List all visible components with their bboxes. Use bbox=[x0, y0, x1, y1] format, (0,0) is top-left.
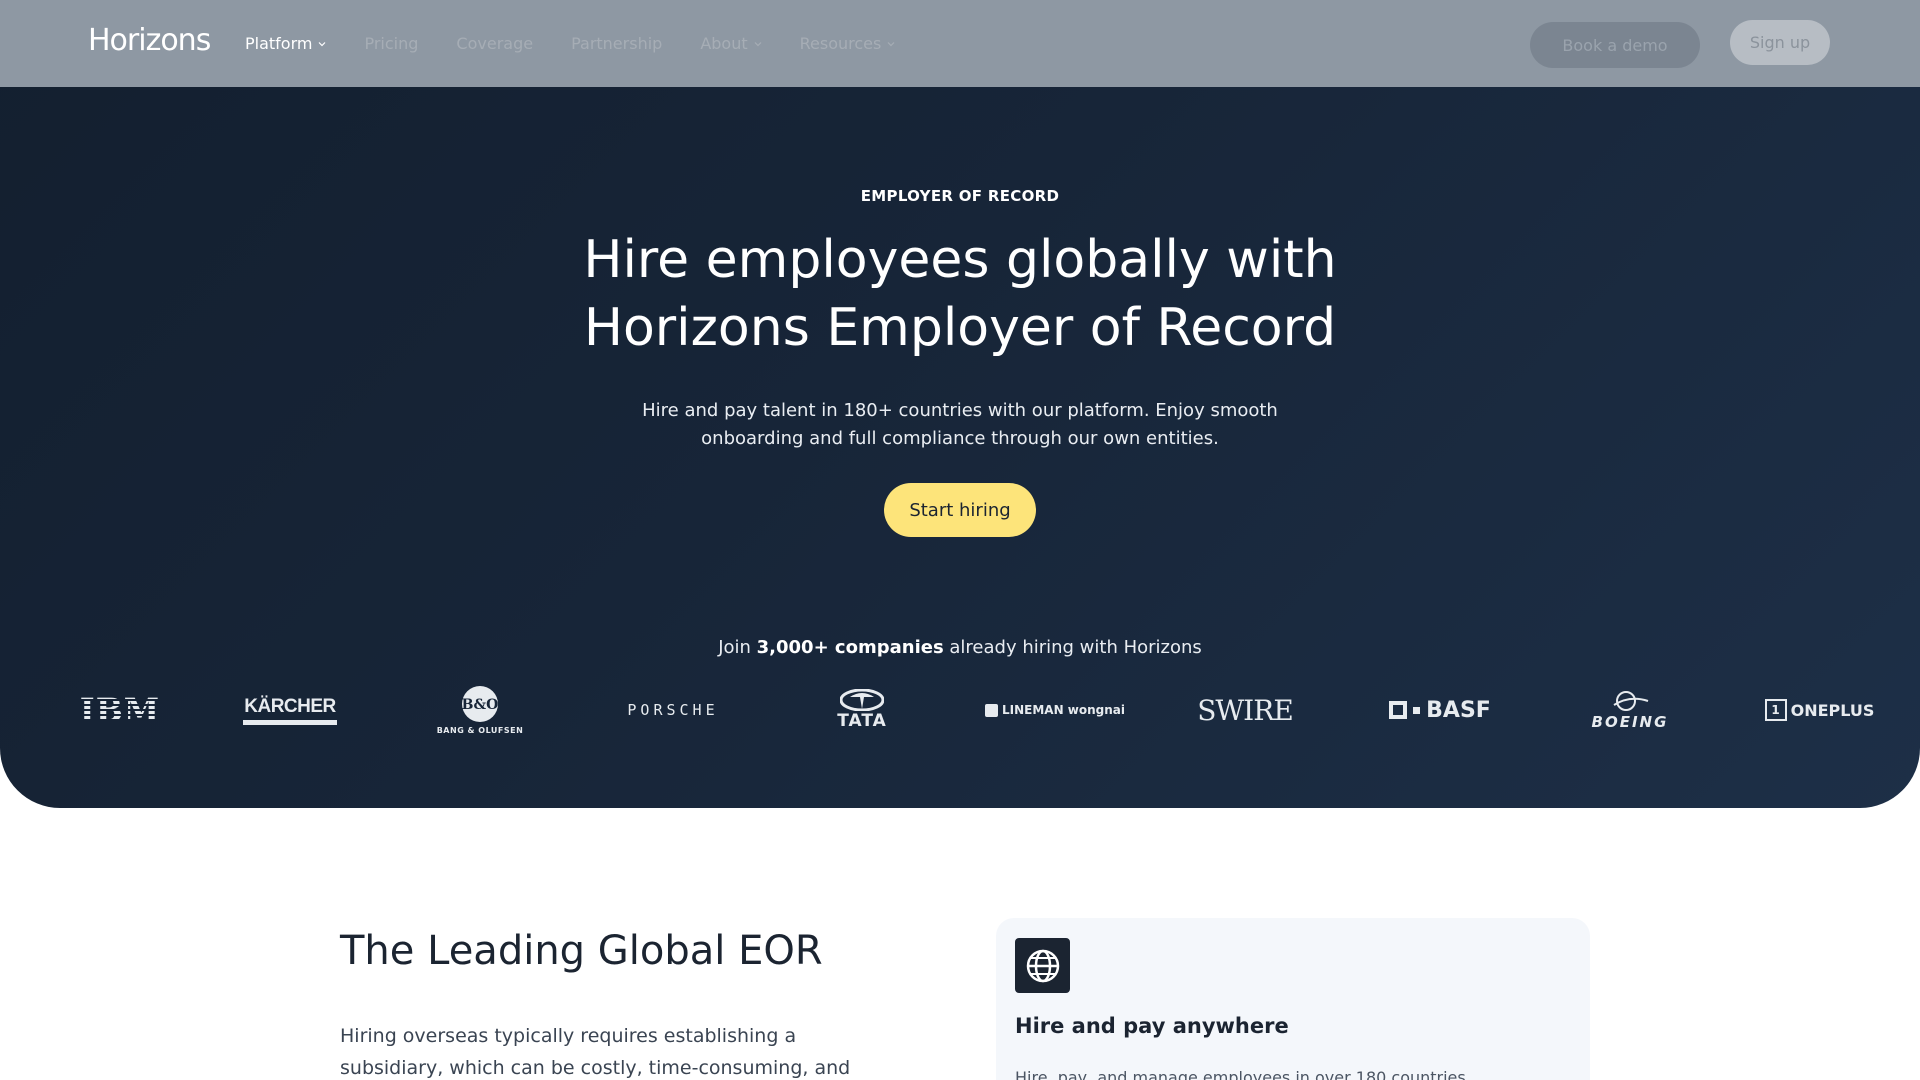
globe-icon bbox=[1015, 938, 1070, 993]
nav-platform[interactable]: Platform bbox=[245, 34, 326, 53]
nav-about[interactable]: About bbox=[700, 34, 762, 53]
svg-text:B&O: B&O bbox=[462, 697, 499, 713]
book-demo-button[interactable]: Book a demo bbox=[1530, 22, 1700, 68]
horizons-logo[interactable]: Horizons bbox=[88, 23, 211, 58]
chevron-down-icon bbox=[887, 41, 895, 46]
ibm-logo: IBM bbox=[79, 691, 161, 729]
hero-subtitle: Hire and pay talent in 180+ countries wi… bbox=[642, 400, 1278, 449]
sign-up-button[interactable]: Sign up bbox=[1730, 20, 1830, 65]
oneplus-logo: 1 ONEPLUS bbox=[1762, 680, 1877, 740]
nav-about-label: About bbox=[700, 34, 748, 53]
nav-partnership-label: Partnership bbox=[571, 34, 663, 53]
karcher-logo: KÄRCHER bbox=[240, 680, 340, 740]
swire-logo: SWIRE bbox=[1197, 693, 1294, 727]
nav-resources-label: Resources bbox=[799, 34, 882, 53]
section-body: Hiring overseas typically requires estab… bbox=[340, 1025, 851, 1079]
nav-coverage-label: Coverage bbox=[456, 34, 534, 53]
customer-logos: IBM KÄRCHER B&O BANG & OLUFSEN PORSCHE T… bbox=[0, 680, 1920, 740]
nav-pricing[interactable]: Pricing bbox=[364, 34, 418, 53]
porsche-logo: PORSCHE bbox=[627, 701, 719, 719]
join-prefix: Join bbox=[718, 637, 757, 658]
feature-title: Hire and pay anywhere bbox=[1015, 1014, 1289, 1038]
nav-pricing-label: Pricing bbox=[364, 34, 419, 53]
top-navbar: Horizons Platform Pricing Coverage Partn… bbox=[0, 0, 1920, 87]
hero-eyebrow: EMPLOYER OF RECORD bbox=[860, 187, 1060, 205]
join-companies-text: Join 3,000+ companies already hiring wit… bbox=[0, 637, 1920, 658]
lineman-wongnai-logo: LINEMAN wongnai bbox=[980, 680, 1130, 740]
main-nav: Platform Pricing Coverage Partnership Ab… bbox=[245, 0, 933, 87]
boeing-logo: BOEING bbox=[1570, 680, 1690, 740]
bang-olufsen-logo: B&O BANG & OLUFSEN bbox=[430, 680, 530, 740]
hero-title: Hire employees globally with Horizons Em… bbox=[583, 230, 1337, 358]
nav-resources[interactable]: Resources bbox=[800, 34, 896, 53]
tata-logo: TATA bbox=[822, 680, 902, 740]
hero-section: EMPLOYER OF RECORD Hire employees global… bbox=[0, 0, 1920, 808]
nav-platform-label: Platform bbox=[245, 34, 313, 53]
chevron-down-icon bbox=[319, 41, 326, 46]
join-count: 3,000+ companies bbox=[756, 637, 944, 658]
feature-card-hire-pay: Hire and pay anywhere Hire, pay, and man… bbox=[996, 918, 1590, 1080]
start-hiring-button[interactable]: Start hiring bbox=[884, 483, 1036, 537]
nav-partnership[interactable]: Partnership bbox=[571, 34, 662, 53]
nav-coverage[interactable]: Coverage bbox=[456, 34, 533, 53]
chevron-down-icon bbox=[754, 41, 762, 46]
basf-logo: BASF bbox=[1380, 680, 1500, 740]
feature-text: Hire, pay, and manage employees in over … bbox=[1015, 1068, 1466, 1080]
join-suffix: already hiring with Horizons bbox=[943, 637, 1202, 658]
section-title: The Leading Global EOR bbox=[340, 928, 823, 974]
